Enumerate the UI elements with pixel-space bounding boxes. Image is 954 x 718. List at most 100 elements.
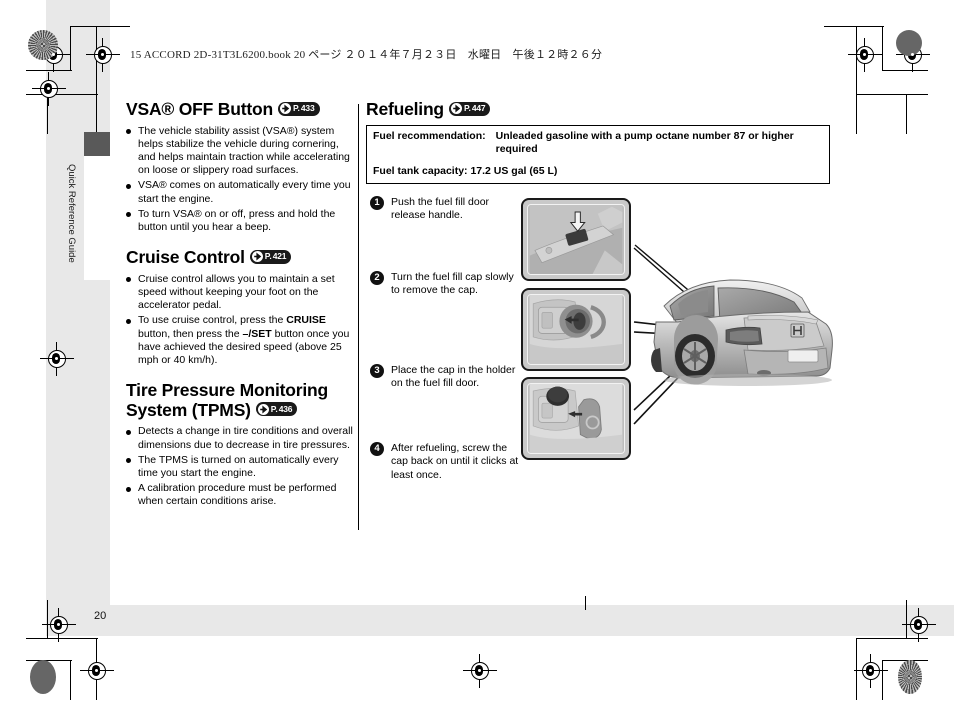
- step-item: 2 Turn the fuel fill cap slowly to remov…: [370, 271, 520, 297]
- side-tab-label: Quick Reference Guide: [66, 164, 77, 263]
- crop-line: [26, 638, 98, 639]
- step-number: 2: [370, 271, 384, 286]
- page-ref-number: 436: [278, 403, 293, 414]
- crop-line: [856, 94, 857, 134]
- registration-mark: [902, 608, 936, 642]
- registration-mark: [848, 38, 882, 72]
- list-item: To use cruise control, press the CRUISE …: [126, 314, 354, 367]
- fuel-cap-holder-photo: [521, 377, 631, 460]
- registration-mark: [80, 654, 114, 688]
- list-item: VSA® comes on automatically every time y…: [126, 179, 354, 205]
- registration-mark: [86, 38, 120, 72]
- crop-line: [856, 94, 928, 95]
- section-title-cruise: Cruise Control P. 421: [126, 247, 354, 268]
- arrow-right-icon: [450, 103, 462, 114]
- arrow-right-icon: [279, 103, 291, 114]
- right-column: Refueling P. 447 Fuel recommendation: Unle…: [366, 99, 836, 481]
- crop-line: [882, 70, 928, 71]
- step-text: After refueling, screw the cap back on u…: [391, 442, 519, 481]
- halftone-target: [30, 660, 56, 694]
- section-title-text: Cruise Control: [126, 247, 245, 268]
- panel-inner: [527, 294, 625, 365]
- step-number: 1: [370, 196, 384, 211]
- step-text: Turn the fuel fill cap slowly to remove …: [391, 271, 514, 297]
- crop-line: [882, 26, 883, 71]
- crop-line: [70, 26, 130, 27]
- step-number: 4: [370, 442, 384, 457]
- page-ref-number: 447: [471, 102, 486, 113]
- panel-inner: [527, 383, 625, 454]
- registration-mark: [32, 72, 66, 106]
- fuel-info-box: Fuel recommendation: Unleaded gasoline w…: [366, 124, 830, 185]
- step-item: 3 Place the cap in the holder on the fue…: [370, 364, 520, 390]
- fuel-recommendation-value: Unleaded gasoline with a pump octane num…: [495, 129, 794, 156]
- list-item: Detects a change in tire conditions and …: [126, 425, 354, 451]
- crop-line: [824, 26, 884, 27]
- print-slug: 15 ACCORD 2D-31T3L6200.book 20 ページ ２０１４年…: [130, 49, 603, 61]
- page-number: 20: [94, 610, 107, 622]
- crop-line: [70, 660, 71, 700]
- halftone-target: [898, 660, 922, 694]
- arrow-right-icon: [251, 251, 263, 263]
- registration-mark: [854, 654, 888, 688]
- registration-mark: [463, 654, 497, 688]
- list-item: To turn VSA® on or off, press and hold t…: [126, 208, 354, 234]
- bullet-list-vsa: The vehicle stability assist (VSA®) syst…: [126, 125, 354, 235]
- cruise-button-name: CRUISE: [286, 314, 326, 327]
- text-pre: To use cruise control, press the: [138, 314, 287, 327]
- page-ref-badge-cruise[interactable]: P. 421: [249, 249, 292, 264]
- side-tab[interactable]: Quick Reference Guide: [66, 132, 110, 280]
- crop-line: [856, 638, 857, 700]
- page-ref-badge-tpms[interactable]: P. 436: [255, 402, 298, 417]
- list-item: The TPMS is turned on automatically ever…: [126, 454, 354, 480]
- arrow-right-icon: [257, 403, 269, 415]
- page-ref-prefix: P.: [292, 102, 300, 113]
- page-ref-number: 421: [272, 250, 287, 261]
- set-button-name: –/SET: [242, 327, 272, 340]
- crop-line: [906, 94, 907, 134]
- section-cruise-control: Cruise Control P. 421 Cruise control allow…: [126, 247, 354, 367]
- list-item: Cruise control allows you to maintain a …: [126, 273, 354, 313]
- section-title-tpms: Tire Pressure Monitoring System (TPMS) P.…: [126, 381, 354, 420]
- fuel-recommendation-label: Fuel recommendation:: [373, 129, 486, 142]
- step-number: 3: [370, 364, 384, 379]
- bullet-list-tpms: Detects a change in tire conditions and …: [126, 425, 354, 508]
- section-title-text: Tire Pressure Monitoring System (TPMS): [126, 380, 329, 420]
- page-ref-prefix: P.: [264, 250, 272, 261]
- page-ref-prefix: P.: [270, 403, 278, 414]
- accord-coupe-rear-illustration: [648, 272, 838, 390]
- section-tpms: Tire Pressure Monitoring System (TPMS) P.…: [126, 381, 354, 508]
- section-title-text: Refueling: [366, 99, 444, 119]
- text-mid: button, then press the: [138, 327, 243, 340]
- halftone-target: [896, 30, 922, 56]
- step-text: Push the fuel fill door release handle.: [391, 196, 490, 222]
- step-item: 1 Push the fuel fill door release handle…: [370, 196, 520, 222]
- list-item: The vehicle stability assist (VSA®) syst…: [126, 125, 354, 178]
- side-tab-cap: [84, 132, 110, 156]
- crop-line: [96, 94, 97, 134]
- left-column: VSA® OFF Button P. 433 The vehicle stabili…: [126, 99, 354, 523]
- crop-line: [26, 660, 72, 661]
- registration-mark: [40, 342, 74, 376]
- crop-line: [585, 596, 586, 610]
- page-ref-badge-refueling[interactable]: P. 447: [448, 101, 491, 116]
- step-text: Place the cap in the holder on the fuel …: [391, 364, 516, 390]
- fuel-capacity-row: Fuel tank capacity: 17.2 US gal (65 L): [373, 164, 558, 177]
- registration-mark: [42, 608, 76, 642]
- crop-line: [26, 70, 72, 71]
- section-title-text: VSA® OFF Button: [126, 99, 273, 119]
- page-ref-badge-vsa[interactable]: P. 433: [277, 101, 320, 116]
- panel-inner: [527, 204, 625, 275]
- crop-line: [70, 26, 71, 71]
- fuel-fill-cap-removal-photo: [521, 288, 631, 371]
- section-title-vsa: VSA® OFF Button P. 433: [126, 99, 354, 120]
- fuel-fill-door-release-handle-photo: [521, 198, 631, 281]
- bullet-list-cruise: Cruise control allows you to maintain a …: [126, 273, 354, 367]
- page-ref-number: 433: [300, 102, 315, 113]
- list-item: A calibration procedure must be performe…: [126, 482, 354, 508]
- page-ref-prefix: P.: [463, 102, 471, 113]
- column-divider: [358, 104, 359, 530]
- section-title-refueling: Refueling P. 447: [366, 99, 836, 120]
- section-vsa-off-button: VSA® OFF Button P. 433 The vehicle stabili…: [126, 99, 354, 235]
- fuel-recommendation-row: Fuel recommendation: Unleaded gasoline w…: [373, 130, 823, 157]
